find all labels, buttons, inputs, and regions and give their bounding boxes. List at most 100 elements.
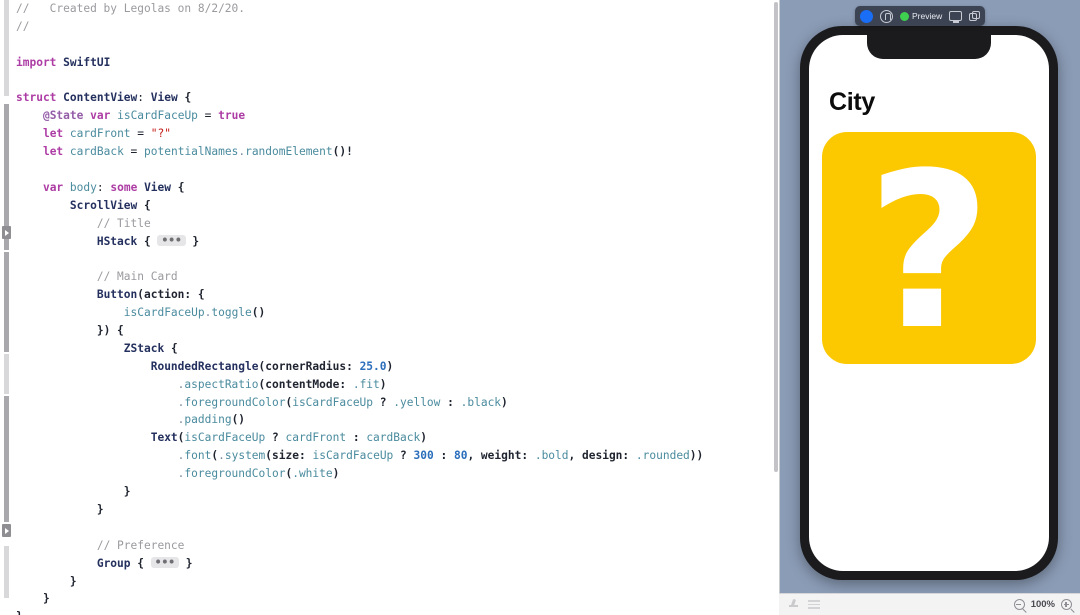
code-token: @State	[42, 109, 84, 123]
code-line[interactable]: .foregroundColor(isCardFaceUp ? .yellow …	[16, 394, 779, 412]
code-content[interactable]: // Created by Legolas on 8/2/20. // impor…	[16, 0, 779, 615]
code-line[interactable]: // Preference	[16, 537, 779, 555]
pin-icon[interactable]	[788, 599, 799, 610]
pane-divider[interactable]	[779, 0, 780, 615]
code-line[interactable]: let cardBack = potentialNames.randomElem…	[16, 143, 779, 161]
main-card-button[interactable]: ?	[822, 132, 1036, 364]
code-line[interactable]: }	[16, 483, 779, 501]
code-token: cardFront	[285, 431, 347, 445]
code-line[interactable]	[16, 36, 779, 54]
code-token: ?	[373, 395, 394, 409]
code-token: // Main Card	[96, 270, 178, 284]
fold-ribbon[interactable]	[4, 0, 9, 96]
code-line[interactable]: import SwiftUI	[16, 54, 779, 72]
code-token: : {	[184, 288, 205, 302]
code-line[interactable]: }	[16, 573, 779, 591]
code-line[interactable]: //	[16, 18, 779, 36]
code-line[interactable]: .aspectRatio(contentMode: .fit)	[16, 376, 779, 394]
code-line[interactable]: }	[16, 501, 779, 519]
fold-ribbon[interactable]	[4, 396, 9, 522]
code-line[interactable]: ScrollView {	[16, 197, 779, 215]
code-line[interactable]: struct ContentView: View {	[16, 89, 779, 107]
code-token: .white	[292, 467, 333, 481]
code-line[interactable]: // Main Card	[16, 268, 779, 286]
code-token: =	[130, 127, 151, 141]
list-icon[interactable]	[808, 600, 820, 609]
device-settings-button[interactable]	[949, 11, 963, 24]
fold-ribbon[interactable]	[4, 354, 9, 394]
code-line[interactable]: Group { ••• }	[16, 555, 779, 573]
fold-arrow-icon[interactable]	[2, 524, 11, 537]
code-line[interactable]: var body: some View {	[16, 179, 779, 197]
code-line[interactable]: // Title	[16, 215, 779, 233]
code-token: design	[582, 449, 623, 463]
editor-scrollbar[interactable]	[774, 2, 778, 472]
code-line[interactable]	[16, 250, 779, 268]
code-line[interactable]: // Created by Legolas on 8/2/20.	[16, 0, 779, 18]
code-token: •••	[150, 557, 179, 568]
code-line[interactable]: .foregroundColor(.white)	[16, 465, 779, 483]
code-token: =	[123, 145, 145, 159]
code-line[interactable]: Text(isCardFaceUp ? cardFront : cardBack…	[16, 429, 779, 447]
code-token: toggle	[211, 306, 252, 320]
iphone-preview-device[interactable]: City ?	[800, 26, 1058, 580]
preview-variants-button[interactable]	[969, 10, 981, 22]
code-token: SwiftUI	[63, 55, 111, 69]
code-line[interactable]: }	[16, 608, 779, 615]
code-line[interactable]: }	[16, 590, 779, 608]
code-token: cardFront	[69, 127, 131, 141]
code-token: :	[622, 449, 636, 463]
source-editor[interactable]: // Created by Legolas on 8/2/20. // impor…	[0, 0, 779, 615]
live-preview-button[interactable]	[860, 9, 873, 23]
code-token: .black	[460, 395, 502, 409]
canvas-bottom-bar[interactable]: 100%	[779, 593, 1080, 615]
code-line[interactable]: isCardFaceUp.toggle()	[16, 304, 779, 322]
code-line[interactable]: @State var isCardFaceUp = true	[16, 107, 779, 125]
code-token: action	[144, 288, 185, 302]
code-line[interactable]: HStack { ••• }	[16, 233, 779, 251]
code-line[interactable]	[16, 519, 779, 537]
code-line[interactable]: let cardFront = "?"	[16, 125, 779, 143]
code-line[interactable]: .font(.system(size: isCardFaceUp ? 300 :…	[16, 447, 779, 465]
zoom-out-icon[interactable]	[1013, 599, 1025, 610]
code-token: .bold	[534, 449, 569, 463]
code-line[interactable]: ZStack {	[16, 340, 779, 358]
editor-gutter[interactable]	[0, 0, 13, 615]
code-token: {	[137, 198, 151, 212]
code-line[interactable]: Button(action: {	[16, 286, 779, 304]
code-token: (	[137, 288, 144, 302]
code-token: )	[379, 377, 387, 391]
code-token: :	[339, 377, 353, 391]
code-line[interactable]: .padding()	[16, 411, 779, 429]
code-token: {	[171, 180, 185, 194]
device-screen[interactable]: City ?	[809, 35, 1049, 571]
code-token: isCardFaceUp	[117, 109, 198, 123]
code-token: =	[197, 109, 219, 123]
code-token: foregroundColor	[184, 395, 286, 409]
preview-status[interactable]: Preview	[900, 11, 942, 21]
preview-toolbar[interactable]: Preview	[855, 6, 986, 26]
fold-ribbon[interactable]	[4, 546, 9, 598]
code-line[interactable]	[16, 72, 779, 90]
fold-ribbon[interactable]	[4, 252, 9, 352]
card-symbol: ?	[866, 126, 992, 378]
code-token: :	[521, 449, 535, 463]
fold-arrow-icon[interactable]	[2, 226, 11, 239]
code-token: foregroundColor	[184, 467, 286, 481]
code-token: isCardFaceUp	[123, 306, 205, 320]
code-line[interactable]	[16, 161, 779, 179]
code-token: }	[178, 556, 193, 570]
code-token: HStack	[96, 234, 138, 248]
code-line[interactable]: RoundedRectangle(cornerRadius: 25.0)	[16, 358, 779, 376]
zoom-in-icon[interactable]	[1061, 599, 1072, 610]
device-notch	[867, 35, 991, 59]
code-token: {	[177, 91, 192, 105]
preview-status-label: Preview	[912, 11, 943, 21]
code-line[interactable]: }) {	[16, 322, 779, 340]
inspect-button[interactable]	[880, 9, 893, 23]
code-token: cardBack	[69, 145, 124, 159]
preview-canvas[interactable]: Preview City ?	[779, 0, 1080, 615]
code-token: }	[96, 502, 104, 516]
